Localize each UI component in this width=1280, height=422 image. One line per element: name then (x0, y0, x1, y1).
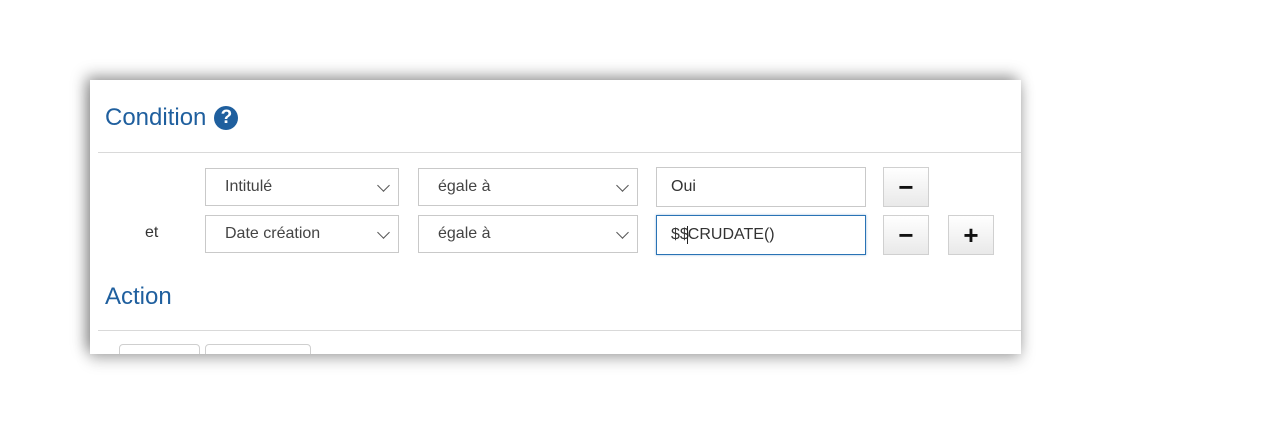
chevron-down-icon (377, 179, 390, 192)
select-value: égale à (438, 225, 491, 242)
condition-1-operator-select[interactable]: égale à (418, 168, 638, 206)
condition-2-value-input[interactable]: $$ CRUDATE() (656, 215, 866, 255)
conjunction-label: et (145, 224, 159, 241)
rule-editor-panel: Condition ? Intitulé égale à Oui − et Da… (90, 80, 1021, 354)
question-circle-icon[interactable]: ? (214, 106, 239, 130)
condition-heading: Condition ? (105, 104, 239, 132)
condition-1-field-select[interactable]: Intitulé (205, 168, 399, 206)
action-tab[interactable] (119, 344, 200, 354)
add-condition-button[interactable]: + (948, 215, 994, 255)
action-tab[interactable] (205, 344, 311, 354)
condition-2-operator-select[interactable]: égale à (418, 215, 638, 253)
condition-2-field-select[interactable]: Date création (205, 215, 399, 253)
condition-title: Condition (105, 104, 207, 131)
remove-condition-1-button[interactable]: − (883, 167, 929, 207)
chevron-down-icon (616, 226, 629, 239)
action-title: Action (105, 283, 172, 310)
input-value-after-caret: CRUDATE() (687, 226, 775, 243)
minus-icon: − (898, 219, 914, 250)
select-value: Intitulé (225, 178, 273, 195)
condition-1-value-input[interactable]: Oui (656, 167, 866, 207)
action-heading: Action (105, 283, 172, 311)
divider (98, 330, 1021, 331)
select-value: Date création (225, 225, 321, 242)
select-value: égale à (438, 178, 491, 195)
chevron-down-icon (377, 226, 390, 239)
divider (98, 152, 1021, 153)
minus-icon: − (898, 171, 914, 202)
plus-icon: + (963, 219, 979, 250)
input-value: Oui (671, 178, 696, 195)
chevron-down-icon (616, 179, 629, 192)
remove-condition-2-button[interactable]: − (883, 215, 929, 255)
